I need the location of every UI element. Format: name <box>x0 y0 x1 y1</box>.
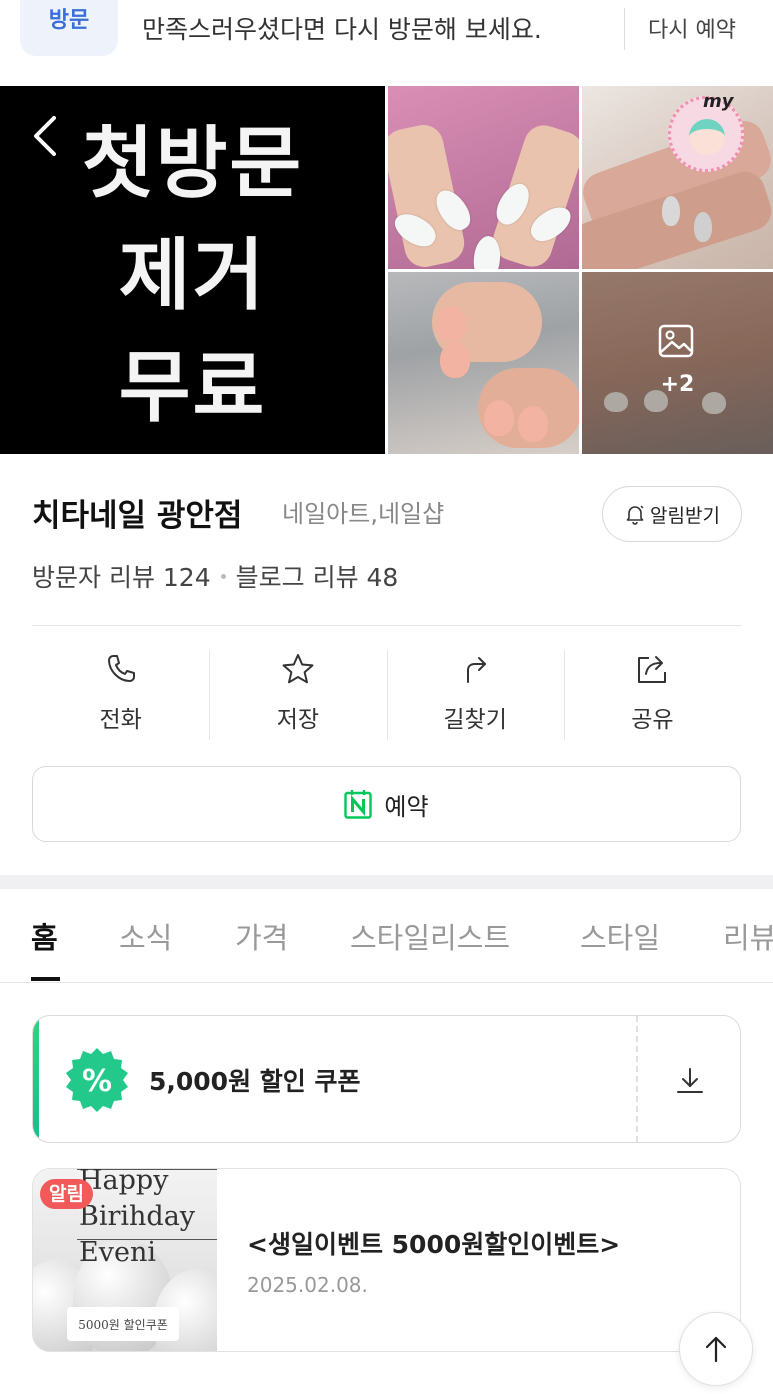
visit-chip[interactable]: 방문 <box>20 0 118 56</box>
news-thumbnail: Happy Birihday Eveni 5000원 할인쿠폰 알림 <box>33 1169 217 1351</box>
nail <box>518 406 548 442</box>
nail <box>694 212 712 242</box>
call-button[interactable]: 전화 <box>32 648 209 742</box>
image-icon <box>658 324 694 358</box>
tab-review[interactable]: 리뷰 <box>723 915 773 957</box>
promo-line: 무료 <box>118 343 267 433</box>
tab-news[interactable]: 소식 <box>119 915 172 957</box>
coupon-accent-bar <box>33 1016 39 1142</box>
place-category: 네일아트,네일샵 <box>282 500 445 528</box>
reserve-label: 예약 <box>384 792 429 821</box>
action-row: 전화 저장 길찾기 공유 <box>32 648 741 742</box>
my-badge-text: my <box>703 91 734 112</box>
notify-label: 알림받기 <box>650 504 720 527</box>
alert-badge: 알림 <box>40 1179 93 1209</box>
star-icon <box>282 654 314 684</box>
directions-button[interactable]: 길찾기 <box>386 648 564 742</box>
tab-style[interactable]: 스타일 <box>580 915 660 957</box>
thumb-coupon: 5000원 할인쿠폰 <box>67 1307 179 1341</box>
back-arrow-icon[interactable] <box>30 114 60 158</box>
review-summary: 방문자 리뷰 124 블로그 리뷰 48 <box>32 558 398 594</box>
nail <box>436 306 466 342</box>
thumb-line: Eveni <box>79 1237 156 1268</box>
thumb-text: Happy Birihday Eveni <box>79 1169 195 1271</box>
more-photos-count: +2 <box>660 372 695 397</box>
promo-text: 첫방문 제거 무료 <box>0 108 385 444</box>
hand-shape <box>487 120 579 269</box>
news-date: 2025.02.08. <box>247 1273 368 1297</box>
nail <box>484 400 514 436</box>
gallery-thumb-more[interactable]: +2 <box>582 272 773 454</box>
share-icon <box>638 656 667 683</box>
gallery-thumb[interactable]: my <box>582 86 773 269</box>
tab-price[interactable]: 가격 <box>235 915 288 957</box>
download-icon[interactable] <box>673 1064 707 1098</box>
my-badge-icon: my <box>668 91 744 172</box>
directions-icon <box>467 657 487 683</box>
bell-icon <box>626 505 644 525</box>
photo-overlay <box>582 272 773 454</box>
news-card[interactable]: Happy Birihday Eveni 5000원 할인쿠폰 알림 <생일이벤… <box>32 1168 741 1352</box>
percent-badge-icon: % <box>66 1048 128 1112</box>
divider <box>32 625 741 626</box>
gallery-thumb[interactable] <box>388 272 579 454</box>
action-label: 공유 <box>631 707 674 733</box>
visit-message: 만족스러우셨다면 다시 방문해 보세요. <box>142 15 542 44</box>
coupon-perforation <box>636 1016 638 1142</box>
save-button[interactable]: 저장 <box>209 648 386 742</box>
main-photo[interactable]: 첫방문 제거 무료 <box>0 86 385 454</box>
scroll-top-button[interactable] <box>679 1312 753 1386</box>
active-tab-indicator <box>31 977 60 981</box>
revisit-button[interactable]: 다시 예약 <box>648 12 736 44</box>
coupon-title: 5,000원 할인 쿠폰 <box>149 1067 361 1096</box>
action-label: 저장 <box>276 707 320 733</box>
photo-gallery: 첫방문 제거 무료 my +2 <box>0 86 773 454</box>
divider <box>624 8 625 50</box>
percent-symbol: % <box>82 1064 112 1099</box>
nail <box>440 342 470 378</box>
news-title: <생일이벤트 5000원할인이벤트> <box>247 1230 621 1259</box>
tab-bar: 홈 소식 가격 스타일리스트 스타일 리뷰 <box>0 889 773 983</box>
arrow-up-icon <box>705 1336 727 1363</box>
thumb-line: Birihday <box>79 1201 196 1232</box>
visit-banner: 방문 만족스러우셨다면 다시 방문해 보세요. 다시 예약 <box>0 0 773 86</box>
naver-booking-icon <box>344 790 373 819</box>
visitor-review-link[interactable]: 방문자 리뷰 124 <box>32 558 211 594</box>
action-label: 길찾기 <box>443 707 507 733</box>
nail <box>662 196 680 226</box>
tab-home[interactable]: 홈 <box>31 915 58 957</box>
place-name: 치타네일 광안점 <box>32 498 243 534</box>
section-divider <box>0 875 773 889</box>
gallery-thumb[interactable] <box>388 86 579 269</box>
phone-icon <box>107 655 135 682</box>
coupon-card[interactable]: % 5,000원 할인 쿠폰 <box>32 1015 741 1143</box>
thumb-line: Happy <box>79 1169 169 1196</box>
notify-button[interactable]: 알림받기 <box>602 486 742 542</box>
action-label: 전화 <box>99 707 142 733</box>
tab-stylist[interactable]: 스타일리스트 <box>350 915 510 957</box>
share-button[interactable]: 공유 <box>563 648 741 742</box>
dot-separator <box>220 573 226 579</box>
promo-line: 제거 <box>118 231 267 321</box>
blog-review-link[interactable]: 블로그 리뷰 48 <box>236 558 399 594</box>
reserve-button[interactable]: 예약 <box>32 766 741 842</box>
